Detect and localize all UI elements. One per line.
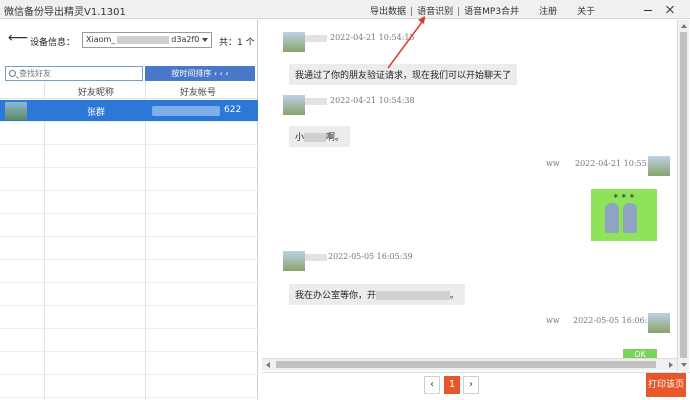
table-row[interactable]: 张群 622 (0, 100, 258, 122)
avatar (283, 32, 305, 52)
menu-register[interactable]: 注册 (539, 4, 557, 17)
column-account: 好友帐号 (180, 88, 217, 98)
prev-page-button[interactable]: ‹ (424, 376, 440, 394)
message-time: 2022-04-21 10:54:15 (330, 33, 415, 42)
table-row (0, 307, 258, 329)
menu-voice-mp3-merge[interactable]: 语音MP3合并 (464, 4, 519, 17)
sticker-caption: ∗ ∗ ∗ (612, 192, 636, 200)
search-box[interactable] (5, 66, 143, 81)
menu-export[interactable]: 导出数据 (370, 4, 406, 17)
device-label: 设备信息： (30, 38, 76, 48)
table-row (0, 353, 258, 375)
scroll-down-icon[interactable] (681, 363, 687, 367)
close-icon[interactable] (663, 2, 677, 16)
back-arrow-icon[interactable]: ⟵ (8, 30, 28, 46)
message-bubble: 小 啊。 (289, 126, 351, 147)
vertical-scrollbar[interactable] (677, 20, 689, 371)
search-icon (9, 70, 16, 77)
table-row (0, 146, 258, 168)
menu-separator: | (457, 7, 461, 17)
scroll-right-icon[interactable] (669, 362, 673, 368)
column-nickname: 好友昵称 (78, 88, 115, 98)
message-text-prefix: 我在办公室等你，开 (295, 291, 377, 301)
sender-name: ww (546, 159, 560, 168)
scrollbar-thumb[interactable] (680, 32, 687, 358)
table-header: 好友昵称 好友帐号 (0, 82, 258, 99)
next-page-button[interactable]: › (463, 376, 479, 394)
friend-account: 622 (224, 105, 242, 115)
main-menu: 导出数据 | 语音识别 | 语音MP3合并 注册 关于 (370, 4, 595, 17)
message-bubble: 我在办公室等你，开 。 (289, 284, 466, 305)
friend-nickname: 张群 (87, 108, 106, 118)
menu-voice-recognition[interactable]: 语音识别 (417, 4, 453, 17)
message-text: 我通过了你的朋友验证请求，现在我们可以开始聊天了 (295, 71, 512, 81)
chevron-down-icon (202, 38, 208, 42)
device-count: 共：1 个 (219, 38, 255, 48)
scroll-up-icon[interactable] (681, 24, 687, 28)
menu-about[interactable]: 关于 (577, 4, 595, 17)
table-row (0, 261, 258, 283)
avatar (648, 313, 670, 333)
avatar (283, 95, 305, 115)
device-select[interactable]: Xiaom_ d3a2f0 (82, 32, 212, 48)
horizontal-scrollbar[interactable] (262, 358, 677, 370)
device-value-prefix: Xiaom_ (86, 35, 116, 44)
sticker-figure (605, 203, 619, 233)
minimize-icon[interactable] (641, 2, 655, 16)
redacted-block (376, 291, 451, 300)
redacted-block (305, 254, 327, 261)
current-page-button[interactable]: 1 (444, 376, 460, 394)
menu-separator: | (410, 7, 414, 17)
table-row (0, 123, 258, 145)
message-text-suffix: 啊。 (326, 133, 345, 143)
message-bubble: 我通过了你的朋友验证请求，现在我们可以开始聊天了 (289, 64, 518, 85)
table-row (0, 169, 258, 191)
sticker-image: ∗ ∗ ∗ (591, 189, 657, 241)
redacted-block (305, 35, 327, 42)
message-time: 2022-04-21 10:54:38 (330, 96, 415, 105)
sticker-figure (623, 203, 637, 233)
message-time: 2022-05-05 16:06:54 (573, 316, 658, 325)
message-time: 2022-05-05 16:05:39 (328, 252, 413, 261)
table-row (0, 376, 258, 398)
avatar (5, 102, 27, 120)
scrollbar-thumb[interactable] (276, 361, 656, 368)
app-title: 微信备份导出精灵V1.1301 (4, 7, 126, 18)
table-row (0, 215, 258, 237)
table-row (0, 238, 258, 260)
pagination: ‹ 1 › (262, 372, 690, 400)
sort-by-time-button[interactable]: 按时间排序 ‹ ‹ ‹ (145, 66, 255, 81)
message-text-suffix: 。 (450, 291, 460, 301)
redacted-block (305, 98, 327, 105)
table-row (0, 330, 258, 352)
table-row (0, 192, 258, 214)
redacted-block (152, 106, 220, 116)
avatar (648, 156, 670, 176)
message-text-prefix: 小 (295, 133, 305, 143)
sender-name: ww (546, 316, 560, 325)
friends-panel: ⟵ 设备信息： Xiaom_ d3a2f0 共：1 个 按时间排序 ‹ ‹ ‹ 好… (0, 20, 258, 400)
print-page-button[interactable]: 打印该页 (646, 373, 686, 397)
avatar (283, 251, 305, 271)
redacted-block (117, 35, 170, 44)
redacted-block (304, 133, 327, 142)
scroll-left-icon[interactable] (266, 362, 270, 368)
message-time: 2022-04-21 10:55:34 (575, 159, 660, 168)
friends-table: 好友昵称 好友帐号 张群 622 (0, 82, 258, 400)
device-value-suffix: d3a2f0 (171, 35, 200, 44)
device-row: ⟵ 设备信息： Xiaom_ d3a2f0 共：1 个 (0, 28, 258, 52)
title-bar: 微信备份导出精灵V1.1301 导出数据 | 语音识别 | 语音MP3合并 注册 关于 (0, 0, 690, 19)
search-input[interactable] (19, 68, 141, 79)
table-row (0, 284, 258, 306)
